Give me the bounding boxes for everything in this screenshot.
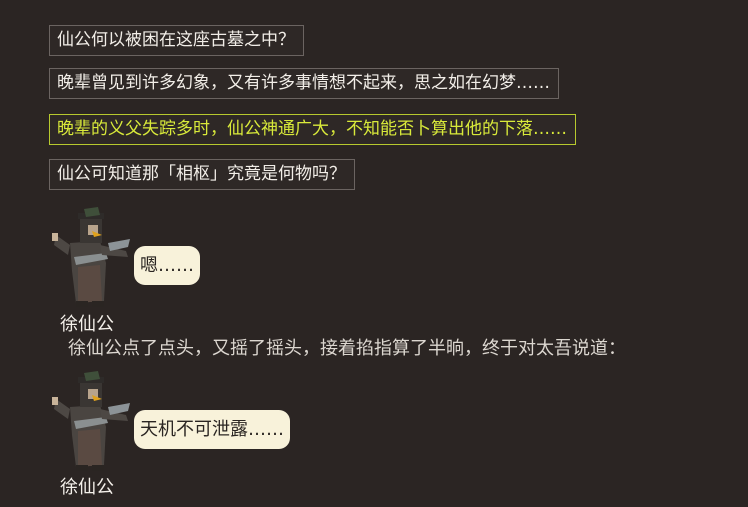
speaker-name: 徐仙公: [60, 477, 114, 498]
dialogue-choice-2[interactable]: 晚辈曾见到许多幻象，又有许多事情想不起来，思之如在幻梦……: [49, 68, 559, 99]
xu-xiangong-portrait: [52, 371, 130, 471]
dialogue-choice-3-selected[interactable]: 晚辈的义父失踪多时，仙公神通广大，不知能否卜算出他的下落……: [49, 114, 576, 145]
dialogue-choice-1[interactable]: 仙公何以被困在这座古墓之中？: [49, 25, 304, 56]
speech-bubble: 嗯……: [134, 246, 200, 285]
dialogue-choice-4[interactable]: 仙公可知道那「相枢」究竟是何物吗？: [49, 159, 355, 190]
speaker-name: 徐仙公: [60, 314, 114, 335]
xu-xiangong-portrait: [52, 207, 130, 307]
speech-bubble: 天机不可泄露……: [134, 410, 290, 449]
narration-text: 徐仙公点了点头，又摇了摇头，接着掐指算了半晌，终于对太吾说道：: [68, 338, 626, 359]
